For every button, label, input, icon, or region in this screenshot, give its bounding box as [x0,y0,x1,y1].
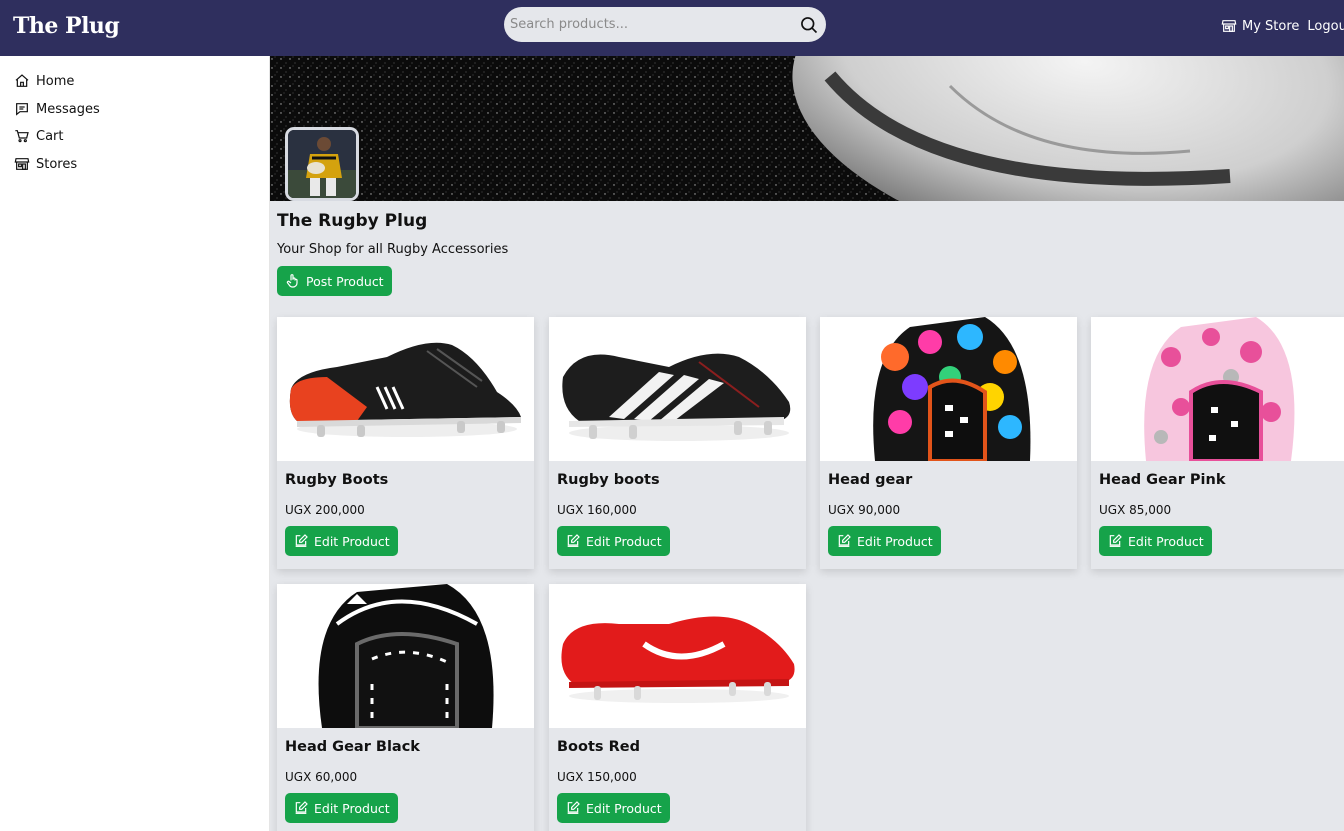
store-icon [1221,20,1237,32]
hand-pointer-icon [286,274,298,288]
edit-product-button[interactable]: Edit Product [285,526,398,556]
product-card[interactable]: Head Gear Pink UGX 85,000 Edit Product [1091,317,1344,569]
edit-product-label: Edit Product [586,533,662,549]
sidebar-item-label: Messages [36,101,100,117]
edit-product-label: Edit Product [314,533,390,549]
store-avatar [285,127,359,201]
edit-product-button[interactable]: Edit Product [557,526,670,556]
product-name: Head Gear Pink [1099,472,1226,488]
home-icon [15,74,29,87]
edit-product-button[interactable]: Edit Product [557,793,670,823]
product-price: UGX 160,000 [557,503,637,517]
product-image[interactable] [1091,317,1344,461]
store-description: Your Shop for all Rugby Accessories [277,242,509,257]
edit-icon [295,534,308,547]
post-product-label: Post Product [306,273,384,289]
edit-product-label: Edit Product [586,800,662,816]
product-price: UGX 60,000 [285,770,358,784]
top-navbar: The Plug My Store Logout [0,0,1344,56]
product-name: Boots Red [557,739,640,755]
sidebar-item-label: Cart [36,128,64,144]
site-logo[interactable]: The Plug [13,13,120,39]
sidebar-item-label: Home [36,73,75,89]
search-icon[interactable] [799,15,819,35]
search-bar [504,7,826,42]
edit-icon [295,801,308,814]
product-card[interactable]: Head Gear Black UGX 60,000 Edit Product [277,584,534,831]
product-name: Rugby Boots [285,472,389,488]
product-name: Head gear [828,472,913,488]
header-actions: My Store Logout [1221,18,1344,34]
product-price: UGX 150,000 [557,770,637,784]
edit-icon [567,801,580,814]
store-page: The Rugby Plug Your Shop for all Rugby A… [270,56,1344,831]
product-card[interactable]: Rugby boots UGX 160,000 Edit Product [549,317,806,569]
product-name: Head Gear Black [285,739,420,755]
cart-icon [15,130,29,143]
edit-product-label: Edit Product [1128,533,1204,549]
post-product-button[interactable]: Post Product [277,266,392,296]
product-image[interactable] [277,317,534,461]
edit-product-button[interactable]: Edit Product [1099,526,1212,556]
message-icon [16,103,28,116]
sidebar: Home Messages Cart Stores [0,56,270,831]
product-price: UGX 200,000 [285,503,365,517]
sidebar-item-messages[interactable]: Messages [14,101,100,117]
store-icon [14,158,30,170]
edit-icon [838,534,851,547]
search-input[interactable] [510,7,790,42]
product-image[interactable] [820,317,1077,461]
logout-link[interactable]: Logout [1307,19,1344,34]
product-card[interactable]: Boots Red UGX 150,000 Edit Product [549,584,806,831]
sidebar-item-label: Stores [36,156,78,172]
edit-icon [567,534,580,547]
product-price: UGX 90,000 [828,503,901,517]
sidebar-item-home[interactable]: Home [14,73,74,89]
sidebar-item-stores[interactable]: Stores [14,156,77,172]
store-banner-image [270,56,1344,201]
my-store-link[interactable]: My Store [1242,19,1299,34]
product-name: Rugby boots [557,472,660,488]
product-card[interactable]: Rugby Boots UGX 200,000 Edit Product [277,317,534,569]
edit-product-label: Edit Product [314,800,390,816]
product-card[interactable]: Head gear UGX 90,000 Edit Product [820,317,1077,569]
sidebar-item-cart[interactable]: Cart [14,128,64,144]
product-image[interactable] [549,584,806,728]
edit-product-label: Edit Product [857,533,933,549]
product-image[interactable] [549,317,806,461]
product-price: UGX 85,000 [1099,503,1172,517]
edit-icon [1109,534,1122,547]
edit-product-button[interactable]: Edit Product [828,526,941,556]
edit-product-button[interactable]: Edit Product [285,793,398,823]
product-image[interactable] [277,584,534,728]
store-name: The Rugby Plug [277,211,428,231]
